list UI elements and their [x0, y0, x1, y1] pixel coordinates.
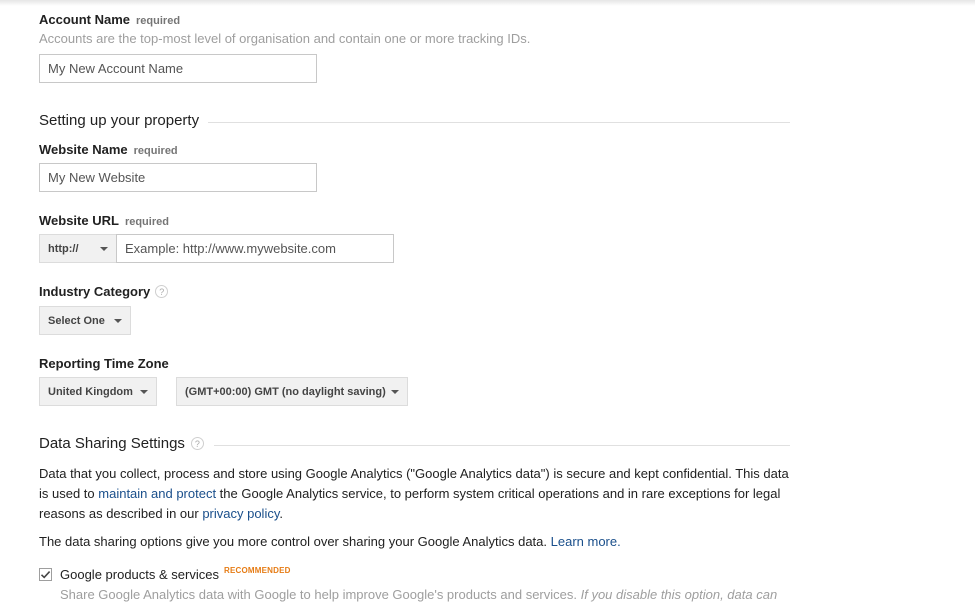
website-url-required: required — [124, 216, 169, 228]
account-name-label: Account Name required — [39, 12, 180, 27]
data-sharing-text-3: . — [279, 506, 283, 521]
top-shadow — [0, 0, 975, 6]
website-name-required: required — [133, 145, 178, 157]
google-products-description: Share Google Analytics data with Google … — [60, 587, 777, 602]
google-products-label[interactable]: Google products & services — [60, 567, 219, 582]
privacy-policy-link[interactable]: privacy policy — [202, 506, 279, 521]
chevron-down-icon — [114, 318, 122, 323]
account-name-required: required — [136, 15, 181, 27]
website-url-input[interactable]: Example: http://www.mywebsite.com — [116, 234, 394, 263]
checkmark-icon — [40, 571, 51, 579]
data-sharing-divider — [214, 445, 790, 446]
google-products-option: Google products & services RECOMMENDED — [39, 566, 291, 582]
country-select[interactable]: United Kingdom — [39, 377, 157, 406]
chevron-down-icon — [391, 389, 399, 394]
google-products-description-italic: If you disable this option, data can — [580, 587, 778, 602]
website-name-placeholder: My New Website — [48, 170, 146, 185]
protocol-value: http:// — [48, 242, 79, 255]
property-section-title: Setting up your property — [39, 112, 200, 129]
google-products-description-text: Share Google Analytics data with Google … — [60, 587, 581, 602]
website-url-label: Website URL required — [39, 213, 169, 228]
account-name-placeholder: My New Account Name — [48, 61, 184, 76]
website-url-label-text: Website URL — [39, 213, 119, 228]
chevron-down-icon — [140, 389, 148, 394]
industry-category-value: Select One — [48, 314, 105, 327]
website-name-label: Website Name required — [39, 142, 178, 157]
help-icon[interactable]: ? — [190, 437, 204, 450]
country-value: United Kingdom — [48, 385, 133, 398]
data-sharing-title: Data Sharing Settings ? — [39, 435, 204, 452]
learn-more-link[interactable]: Learn more. — [551, 534, 621, 549]
help-icon[interactable]: ? — [155, 285, 169, 298]
data-sharing-options-paragraph: The data sharing options give you more c… — [39, 532, 799, 552]
account-help-text: Accounts are the top-most level of organ… — [39, 31, 531, 46]
maintain-protect-link[interactable]: maintain and protect — [98, 486, 216, 501]
industry-category-label-text: Industry Category — [39, 284, 151, 299]
protocol-select[interactable]: http:// — [39, 234, 117, 263]
google-products-checkbox[interactable] — [39, 568, 52, 581]
website-name-label-text: Website Name — [39, 142, 128, 157]
data-sharing-options-text: The data sharing options give you more c… — [39, 534, 551, 549]
industry-category-label: Industry Category ? — [39, 284, 169, 299]
reporting-time-zone-label: Reporting Time Zone — [39, 356, 169, 371]
industry-category-select[interactable]: Select One — [39, 306, 131, 335]
website-url-placeholder: Example: http://www.mywebsite.com — [125, 241, 336, 256]
property-section-divider — [208, 122, 790, 123]
timezone-select[interactable]: (GMT+00:00) GMT (no daylight saving) — [176, 377, 408, 406]
data-sharing-paragraph: Data that you collect, process and store… — [39, 464, 799, 524]
timezone-value: (GMT+00:00) GMT (no daylight saving) — [185, 385, 386, 398]
chevron-down-icon — [100, 246, 108, 251]
account-name-input[interactable]: My New Account Name — [39, 54, 317, 83]
account-name-label-text: Account Name — [39, 12, 131, 27]
recommended-badge: RECOMMENDED — [223, 566, 291, 575]
website-name-input[interactable]: My New Website — [39, 163, 317, 192]
data-sharing-title-text: Data Sharing Settings — [39, 435, 185, 452]
